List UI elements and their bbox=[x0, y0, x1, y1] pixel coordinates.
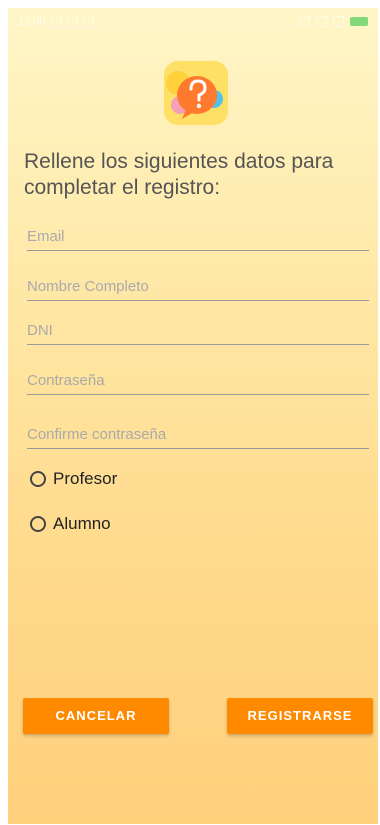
battery-icon bbox=[350, 17, 368, 26]
status-bar: 13:00 bbox=[8, 8, 378, 36]
radio-profesor[interactable]: Profesor bbox=[30, 469, 117, 489]
bluetooth-icon bbox=[299, 16, 310, 27]
password-field[interactable] bbox=[27, 368, 369, 392]
notification-icon bbox=[66, 16, 78, 28]
cancel-button[interactable]: CANCELAR bbox=[23, 698, 169, 734]
radio-alumno-label: Alumno bbox=[53, 514, 111, 533]
status-left: 13:00 bbox=[18, 16, 94, 28]
full-name-field-container bbox=[27, 274, 369, 301]
page-title: Rellene los siguientes datos para comple… bbox=[24, 150, 334, 199]
dni-field[interactable] bbox=[27, 318, 369, 342]
password-field-container bbox=[27, 368, 369, 395]
dni-field-container bbox=[27, 318, 369, 345]
wifi-icon bbox=[333, 16, 344, 27]
email-field[interactable] bbox=[27, 224, 369, 248]
full-name-field[interactable] bbox=[27, 274, 369, 298]
notification-icon bbox=[82, 16, 94, 28]
confirm-password-field[interactable] bbox=[27, 422, 369, 446]
registration-screen: 13:00 Rellene los siguientes datos para … bbox=[8, 8, 378, 824]
status-time: 13:00 bbox=[18, 16, 46, 28]
email-field-container bbox=[27, 224, 369, 251]
radio-button-icon[interactable] bbox=[30, 471, 46, 487]
status-right bbox=[299, 16, 368, 27]
radio-alumno[interactable]: Alumno bbox=[30, 514, 111, 534]
app-logo-question-bubble-icon bbox=[164, 61, 228, 125]
radio-profesor-label: Profesor bbox=[53, 469, 118, 488]
signal-icon bbox=[316, 16, 327, 27]
confirm-password-field-container bbox=[27, 422, 369, 449]
radio-button-icon[interactable] bbox=[30, 516, 46, 532]
register-button[interactable]: REGISTRARSE bbox=[227, 698, 373, 734]
notification-icon bbox=[50, 16, 62, 28]
